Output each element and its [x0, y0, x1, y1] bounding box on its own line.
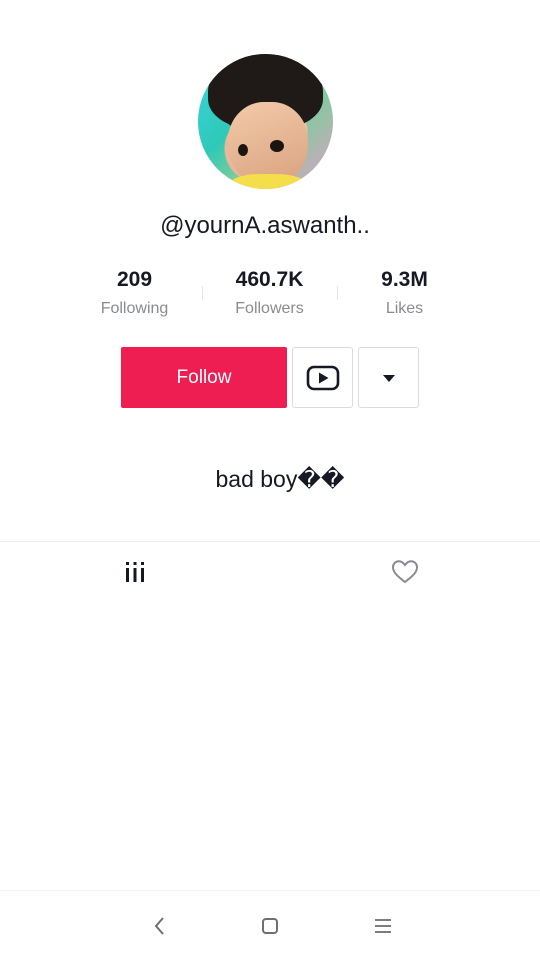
- avatar-eye: [270, 140, 284, 152]
- stat-likes-value: 9.3M: [381, 268, 428, 291]
- more-options-button[interactable]: [358, 347, 419, 408]
- stat-divider: [202, 286, 203, 300]
- stat-divider: [337, 286, 338, 300]
- nav-home-button[interactable]: [255, 912, 285, 940]
- profile-username: @yournA.aswanth..: [160, 212, 370, 239]
- avatar-shirt: [228, 174, 308, 189]
- stat-likes-label: Likes: [385, 300, 424, 317]
- caret-down-icon: [382, 374, 395, 382]
- back-chevron-icon: [154, 917, 164, 935]
- nav-back-button[interactable]: [145, 912, 175, 940]
- tab-videos[interactable]: [0, 552, 270, 592]
- youtube-button[interactable]: [292, 347, 353, 408]
- profile-stats: 209 Following 460.7K Followers 9.3M Like…: [67, 266, 472, 326]
- tabs-divider: [0, 541, 540, 542]
- tab-liked[interactable]: [270, 552, 540, 592]
- stat-following-value: 209: [116, 268, 153, 291]
- menu-lines-icon: [375, 919, 391, 933]
- stat-followers-value: 460.7K: [235, 268, 304, 291]
- stat-following-label: Following: [100, 300, 169, 317]
- nav-menu-button[interactable]: [368, 912, 398, 940]
- stat-likes[interactable]: 9.3M Likes: [337, 266, 472, 326]
- heart-outline-icon: [391, 560, 419, 584]
- stat-following[interactable]: 209 Following: [67, 266, 202, 326]
- profile-avatar[interactable]: [198, 54, 333, 189]
- avatar-eye: [238, 144, 248, 156]
- home-square-icon: [262, 918, 278, 934]
- stat-followers[interactable]: 460.7K Followers: [202, 266, 337, 326]
- profile-bio: bad boy��: [215, 466, 345, 492]
- grid-bars-icon: [126, 562, 144, 582]
- youtube-icon: [306, 365, 339, 390]
- stat-followers-label: Followers: [235, 300, 304, 317]
- follow-button[interactable]: Follow: [121, 347, 287, 408]
